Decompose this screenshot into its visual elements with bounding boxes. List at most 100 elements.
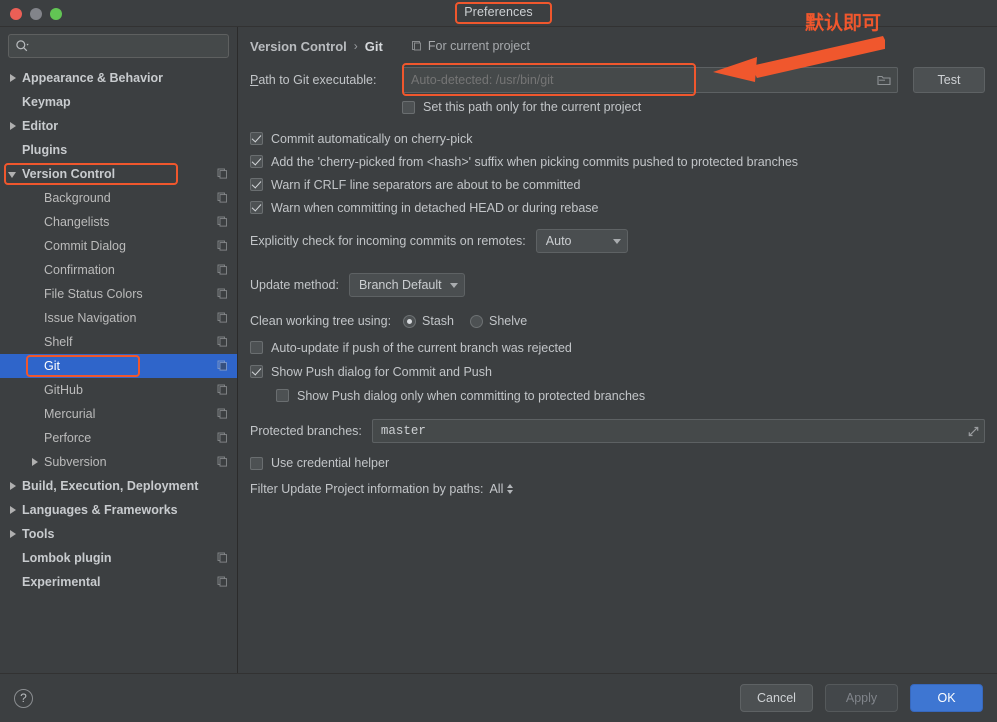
breadcrumb-current: Git xyxy=(364,38,383,54)
set-path-project-label: Set this path only for the current proje… xyxy=(423,100,642,114)
project-scope-icon xyxy=(217,360,227,371)
set-path-project-row: Set this path only for the current proje… xyxy=(250,95,985,119)
chevron-right-icon[interactable] xyxy=(8,504,20,516)
incoming-commits-value: Auto xyxy=(545,234,572,248)
filter-update-row: Filter Update Project information by pat… xyxy=(250,476,985,502)
git-option-checkbox[interactable] xyxy=(250,132,263,145)
protected-branches-field[interactable] xyxy=(371,419,985,443)
credential-helper-checkbox[interactable] xyxy=(250,456,263,470)
chevron-down-icon xyxy=(612,238,621,244)
folder-icon[interactable] xyxy=(871,68,897,92)
preferences-window: Preferences Appearance & Behavior Keymap E… xyxy=(0,0,997,722)
chevron-right-icon[interactable] xyxy=(8,120,20,132)
incoming-commits-dropdown[interactable]: Auto xyxy=(535,229,628,253)
sidebar-item-shelf[interactable]: Shelf xyxy=(0,330,237,354)
path-to-git-row: Path to Git executable: Test xyxy=(250,63,985,96)
chevron-right-icon[interactable] xyxy=(8,72,20,84)
sidebar-item-confirmation[interactable]: Confirmation xyxy=(0,258,237,282)
test-button[interactable]: Test xyxy=(913,67,985,93)
project-scope-icon xyxy=(411,41,421,51)
sidebar-item-perforce[interactable]: Perforce xyxy=(0,426,237,450)
sidebar-item-appearance-behavior[interactable]: Appearance & Behavior xyxy=(0,66,237,90)
help-button[interactable]: ? xyxy=(14,688,33,708)
sidebar-item-languages-frameworks[interactable]: Languages & Frameworks xyxy=(0,498,237,522)
chevron-down-icon[interactable] xyxy=(8,168,20,180)
sidebar-item-label: Git xyxy=(44,359,60,373)
sidebar-item-issue-navigation[interactable]: Issue Navigation xyxy=(0,306,237,330)
ok-button[interactable]: OK xyxy=(910,684,983,712)
sidebar-item-plugins[interactable]: Plugins xyxy=(0,138,237,162)
sidebar-item-keymap[interactable]: Keymap xyxy=(0,90,237,114)
project-scope-icon xyxy=(217,312,227,323)
chevron-right-icon[interactable] xyxy=(30,456,42,468)
radio-stash-input[interactable] xyxy=(403,314,417,328)
chevron-right-icon[interactable] xyxy=(8,528,20,540)
protected-branches-input[interactable] xyxy=(372,424,962,438)
sidebar-item-mercurial[interactable]: Mercurial xyxy=(0,402,237,426)
dialog-footer: ? Cancel Apply OK xyxy=(0,673,997,722)
credential-helper-row: Use credential helper xyxy=(250,450,985,476)
filter-update-stepper[interactable]: All xyxy=(489,482,514,496)
sidebar-item-lombok-plugin[interactable]: Lombok plugin xyxy=(0,546,237,570)
auto-update-label: Auto-update if push of the current branc… xyxy=(271,340,572,355)
search-box[interactable] xyxy=(8,34,229,58)
update-method-dropdown[interactable]: Branch Default xyxy=(348,273,465,297)
sidebar-item-build-execution-deployment[interactable]: Build, Execution, Deployment xyxy=(0,474,237,498)
git-option-label: Commit automatically on cherry-pick xyxy=(271,131,473,146)
sidebar-item-label: Background xyxy=(44,191,111,205)
project-scope-icon xyxy=(217,456,227,467)
apply-button[interactable]: Apply xyxy=(825,684,898,712)
project-scope-icon xyxy=(217,264,227,275)
path-to-git-input[interactable] xyxy=(403,73,871,87)
sidebar-item-editor[interactable]: Editor xyxy=(0,114,237,138)
git-option-label: Warn if CRLF line separators are about t… xyxy=(271,177,581,192)
sidebar-item-file-status-colors[interactable]: File Status Colors xyxy=(0,282,237,306)
show-push-checkbox[interactable] xyxy=(250,365,263,378)
git-option-checkbox[interactable] xyxy=(250,178,263,191)
update-method-value: Branch Default xyxy=(358,278,442,292)
radio-stash[interactable]: Stash xyxy=(403,314,454,328)
sidebar-item-experimental[interactable]: Experimental xyxy=(0,570,237,594)
breadcrumb-separator: › xyxy=(353,39,358,53)
sidebar-item-github[interactable]: GitHub xyxy=(0,378,237,402)
expand-field-icon[interactable] xyxy=(962,426,984,437)
clean-working-tree-label: Clean working tree using: xyxy=(250,314,392,328)
git-option-checkbox[interactable] xyxy=(250,201,263,214)
search-container xyxy=(0,27,237,64)
cancel-button[interactable]: Cancel xyxy=(740,684,813,712)
breadcrumb-parent[interactable]: Version Control xyxy=(250,39,347,54)
sidebar-item-label: Lombok plugin xyxy=(22,551,112,565)
search-input[interactable] xyxy=(33,35,224,57)
sidebar-item-version-control[interactable]: Version Control xyxy=(0,162,237,186)
auto-update-checkbox[interactable] xyxy=(250,341,263,354)
sidebar-item-label: Issue Navigation xyxy=(44,311,137,325)
sidebar-item-label: Changelists xyxy=(44,215,110,229)
incoming-commits-row: Explicitly check for incoming commits on… xyxy=(250,225,985,257)
chevron-right-icon[interactable] xyxy=(8,480,20,492)
sidebar-item-label: Mercurial xyxy=(44,407,96,421)
sidebar-item-tools[interactable]: Tools xyxy=(0,522,237,546)
sidebar-item-label: Editor xyxy=(22,119,59,133)
sidebar-item-git[interactable]: Git xyxy=(0,354,237,378)
show-push-protected-checkbox[interactable] xyxy=(276,389,289,402)
git-option-row: Add the 'cherry-picked from <hash>' suff… xyxy=(250,150,985,173)
sidebar-item-changelists[interactable]: Changelists xyxy=(0,210,237,234)
sidebar-item-commit-dialog[interactable]: Commit Dialog xyxy=(0,234,237,258)
sidebar-item-background[interactable]: Background xyxy=(0,186,237,210)
path-to-git-field[interactable] xyxy=(402,67,898,93)
sidebar-item-subversion[interactable]: Subversion xyxy=(0,450,237,474)
radio-shelve-input[interactable] xyxy=(470,314,484,328)
sidebar-item-label: Shelf xyxy=(44,335,73,349)
project-scope-icon xyxy=(217,552,227,563)
radio-shelve[interactable]: Shelve xyxy=(470,314,527,328)
git-option-checkbox[interactable] xyxy=(250,155,263,168)
set-path-project-checkbox[interactable] xyxy=(402,100,415,114)
sidebar-item-label: GitHub xyxy=(44,383,83,397)
update-method-row: Update method: Branch Default xyxy=(250,269,985,301)
